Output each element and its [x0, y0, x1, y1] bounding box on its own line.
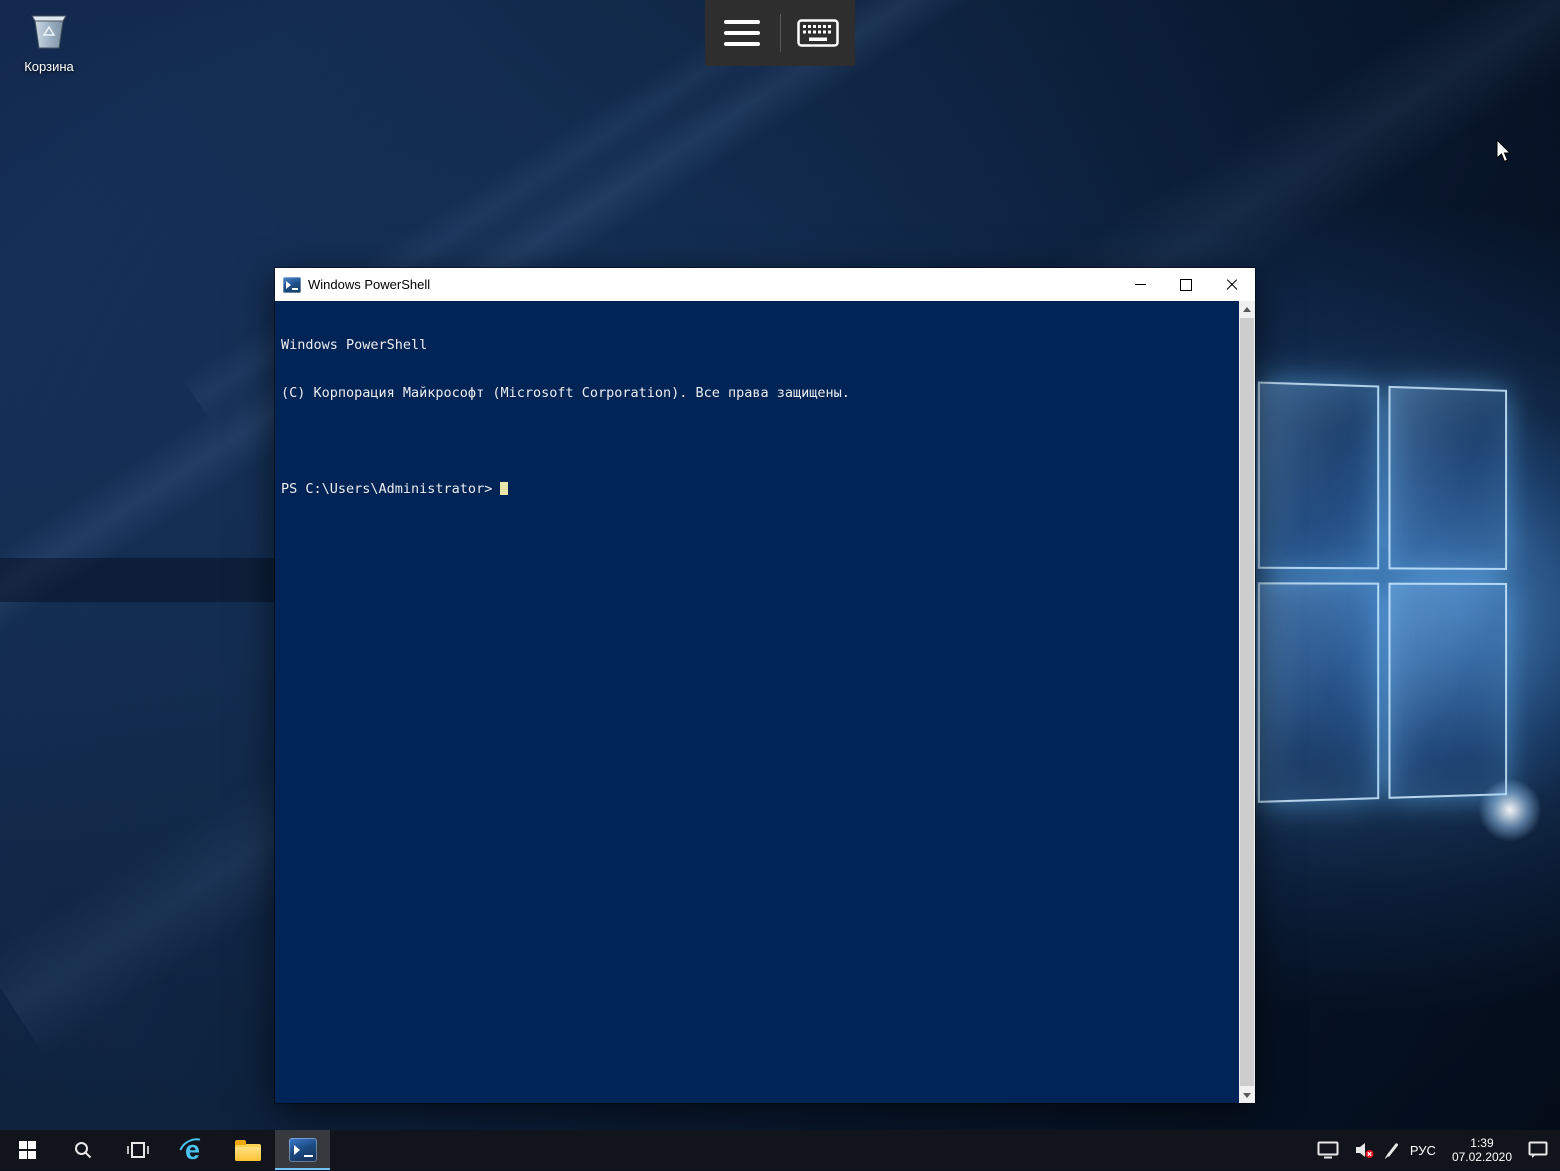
powershell-window: Windows PowerShell Windows PowerShell (C… — [275, 268, 1255, 1103]
window-controls — [1117, 268, 1255, 301]
windows-logo-flare — [1478, 778, 1542, 842]
windows-start-icon — [19, 1141, 37, 1159]
volume-muted-icon — [1355, 1141, 1375, 1159]
powershell-icon — [283, 277, 301, 293]
menu-button[interactable] — [705, 0, 780, 66]
windows-logo-pane — [1388, 583, 1507, 799]
arrow-up-icon — [1243, 307, 1251, 312]
windows-logo — [1258, 381, 1512, 818]
windows-logo-pane — [1258, 582, 1379, 803]
clock-time: 1:39 — [1452, 1136, 1512, 1150]
close-icon — [1226, 279, 1238, 291]
start-button[interactable] — [0, 1130, 55, 1170]
prompt-line: PS C:\Users\Administrator> — [281, 481, 1233, 497]
keyboard-button[interactable] — [781, 0, 856, 66]
wallpaper-dark-band — [0, 558, 276, 602]
maximize-icon — [1180, 279, 1192, 291]
search-button[interactable] — [55, 1130, 110, 1170]
console-line: (C) Корпорация Майкрософт (Microsoft Cor… — [281, 385, 1233, 401]
close-button[interactable] — [1209, 268, 1255, 301]
console-line — [281, 433, 1233, 449]
hamburger-icon — [724, 13, 760, 53]
recycle-bin-icon — [26, 8, 72, 52]
keyboard-icon — [797, 19, 839, 47]
system-tray: РУС 1:39 07.02.2020 — [1317, 1130, 1560, 1170]
minimize-icon — [1135, 284, 1146, 285]
windows-logo-pane — [1258, 381, 1379, 569]
prompt-text: PS C:\Users\Administrator> — [281, 481, 492, 497]
action-center-button[interactable] — [1528, 1141, 1548, 1159]
file-explorer-button[interactable] — [220, 1130, 275, 1170]
powershell-taskbar-button[interactable] — [275, 1130, 330, 1170]
powershell-titlebar[interactable]: Windows PowerShell — [275, 268, 1255, 301]
console-output[interactable]: Windows PowerShell (C) Корпорация Майкро… — [275, 301, 1239, 1103]
scroll-up-button[interactable] — [1239, 301, 1255, 317]
clock-date: 07.02.2020 — [1452, 1150, 1512, 1164]
console-line: Windows PowerShell — [281, 337, 1233, 353]
window-title: Windows PowerShell — [308, 277, 1117, 292]
minimize-button[interactable] — [1117, 268, 1163, 301]
task-view-button[interactable] — [110, 1130, 165, 1170]
scroll-down-button[interactable] — [1239, 1087, 1255, 1103]
internet-explorer-icon: e — [179, 1136, 207, 1164]
console-scrollbar[interactable] — [1239, 301, 1255, 1103]
internet-explorer-button[interactable]: e — [165, 1130, 220, 1170]
language-indicator[interactable]: РУС — [1410, 1143, 1436, 1158]
volume-button[interactable] — [1355, 1141, 1375, 1159]
pen-workspace-button[interactable] — [1391, 1142, 1394, 1158]
network-icon — [1317, 1141, 1339, 1159]
taskbar-clock[interactable]: 1:39 07.02.2020 — [1452, 1136, 1512, 1164]
recycle-bin[interactable]: Корзина — [12, 8, 86, 74]
scrollbar-thumb[interactable] — [1240, 318, 1254, 1086]
windows-logo-pane — [1388, 386, 1507, 570]
pen-icon — [1386, 1143, 1398, 1157]
recycle-bin-label: Корзина — [12, 59, 86, 74]
folder-icon — [235, 1144, 261, 1161]
console-toolbar — [705, 0, 855, 66]
text-cursor — [500, 482, 508, 495]
arrow-down-icon — [1243, 1093, 1251, 1098]
action-center-icon — [1528, 1141, 1548, 1159]
powershell-taskbar-icon — [289, 1138, 317, 1162]
taskbar: e РУС 1:39 07.02.2020 — [0, 1130, 1560, 1170]
maximize-button[interactable] — [1163, 268, 1209, 301]
task-view-icon — [127, 1141, 149, 1159]
network-button[interactable] — [1317, 1141, 1339, 1159]
search-icon — [73, 1140, 93, 1160]
